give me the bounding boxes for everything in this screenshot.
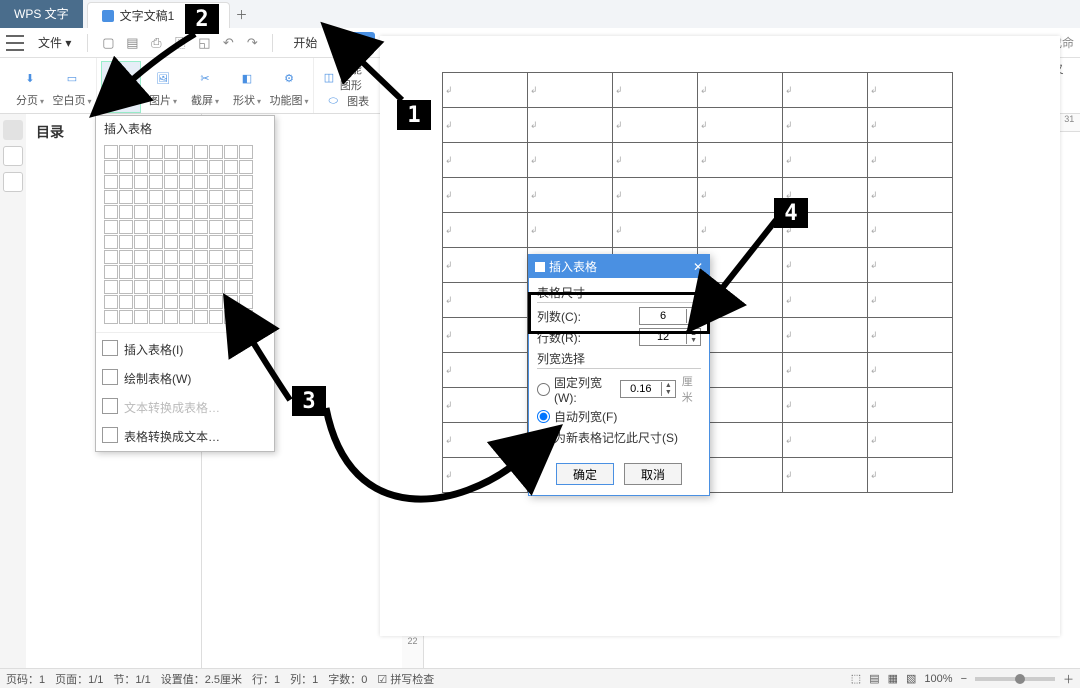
view-icon-1[interactable]: ⬚ <box>851 672 861 685</box>
btn-screenshot[interactable]: ✂截屏 <box>185 61 225 113</box>
qat-redo-icon[interactable]: ↷ <box>242 33 262 53</box>
left-toolbar <box>0 114 26 668</box>
remember-checkbox[interactable]: 为新表格记忆此尺寸(S) <box>537 429 701 446</box>
rows-label: 行数(R): <box>537 329 597 346</box>
dd-table-to-text[interactable]: 表格转换成文本… <box>96 422 274 451</box>
tab-add-button[interactable]: ＋ <box>230 2 254 28</box>
lt-outline-icon[interactable] <box>3 120 23 140</box>
qat-open-icon[interactable]: ▤ <box>122 33 142 53</box>
step-3: 3 <box>292 386 326 416</box>
status-pagecode[interactable]: 页码：1 <box>6 671 45 687</box>
cancel-button[interactable]: 取消 <box>624 463 682 485</box>
step-2: 2 <box>185 4 219 34</box>
qat-preview-icon[interactable]: ◱ <box>194 33 214 53</box>
zoom-slider[interactable] <box>975 677 1055 681</box>
tab-start[interactable]: 开始 <box>283 34 327 51</box>
status-chars[interactable]: 字数：0 <box>328 671 367 687</box>
tab-insert[interactable]: 插入 <box>331 32 375 53</box>
dialog-title-text: 插入表格 <box>549 258 597 275</box>
btn-smartart[interactable]: ◫智能图形 <box>318 65 374 89</box>
title-bar: WPS 文字 文字文稿1 • ＋ <box>0 0 1080 28</box>
qat-new-icon[interactable]: ▢ <box>98 33 118 53</box>
rows-input[interactable] <box>640 331 686 343</box>
cols-label: 列数(C): <box>537 308 597 325</box>
table-grid-picker[interactable] <box>104 145 266 324</box>
doc-tab-label: 文字文稿1 <box>120 3 175 29</box>
status-col[interactable]: 列：1 <box>290 671 318 687</box>
step-1: 1 <box>397 100 431 130</box>
status-bar: 页码：1 页面：1/1 节：1/1 设置值：2.5厘米 行：1 列：1 字数：0… <box>0 668 1080 688</box>
rows-spinner[interactable]: ▲▼ <box>639 328 701 346</box>
lt-star-icon[interactable] <box>3 172 23 192</box>
status-spell[interactable]: 拼写检查 <box>390 674 434 686</box>
insert-table-dialog: 插入表格 ✕ 表格尺寸 列数(C): ▲▼ 行数(R): ▲▼ 列宽选择 固定列… <box>528 254 710 496</box>
dd-insert-table[interactable]: 插入表格(I) <box>96 335 274 364</box>
doc-icon <box>102 10 114 22</box>
status-page-of[interactable]: 页面：1/1 <box>55 671 103 687</box>
dialog-titlebar[interactable]: 插入表格 ✕ <box>529 255 709 278</box>
width-group-label: 列宽选择 <box>537 350 701 369</box>
auto-width-radio[interactable]: 自动列宽(F) <box>537 408 701 425</box>
dd-draw-table[interactable]: 绘制表格(W) <box>96 364 274 393</box>
page-canvas[interactable]: ↲↲↲↲↲↲↲↲↲↲↲↲↲↲↲↲↲↲↲↲↲↲↲↲↲↲↲↲↲↲↲↲↲↲↲↲↲↲↲↲… <box>380 36 1060 636</box>
fixed-width-spinner[interactable]: ▲▼ <box>620 380 676 398</box>
btn-picture[interactable]: 🖼图片 <box>143 61 183 113</box>
step-4: 4 <box>774 198 808 228</box>
status-row[interactable]: 行：1 <box>252 671 280 687</box>
dropdown-title: 插入表格 <box>96 116 274 141</box>
view-icon-2[interactable]: ▤ <box>869 672 879 685</box>
dd-text-to-table: 文本转换成表格… <box>96 393 274 422</box>
btn-chart[interactable]: ⬭图表 <box>318 89 374 113</box>
btn-table[interactable]: ▦表格 <box>101 61 141 113</box>
zoom-in[interactable]: ＋ <box>1063 671 1074 687</box>
btn-page-break[interactable]: ⬇分页 <box>10 61 50 113</box>
hamburger-icon[interactable] <box>6 35 24 51</box>
dialog-close-icon[interactable]: ✕ <box>693 260 703 274</box>
qat-save-icon[interactable]: ⎙ <box>146 33 166 53</box>
btn-blank-page[interactable]: ▭空白页 <box>52 61 92 113</box>
zoom-out[interactable]: − <box>961 673 967 685</box>
qat-undo-icon[interactable]: ↶ <box>218 33 238 53</box>
file-menu[interactable]: 文件 ▾ <box>32 34 77 51</box>
fixed-width-radio[interactable]: 固定列宽(W): ▲▼ 厘米 <box>537 373 701 405</box>
view-icon-3[interactable]: ▦ <box>888 672 898 685</box>
status-section[interactable]: 节：1/1 <box>113 671 150 687</box>
cols-spinner[interactable]: ▲▼ <box>639 307 701 325</box>
table-dropdown: 插入表格 插入表格(I) 绘制表格(W) 文本转换成表格… 表格转换成文本… <box>95 115 275 452</box>
size-group-label: 表格尺寸 <box>537 284 701 303</box>
app-name: WPS 文字 <box>0 0 83 28</box>
view-icon-4[interactable]: ▧ <box>906 672 916 685</box>
zoom-label[interactable]: 100% <box>924 673 952 685</box>
btn-shapes[interactable]: ◧形状 <box>227 61 267 113</box>
qat-print-icon[interactable]: ⎘ <box>170 33 190 53</box>
ok-button[interactable]: 确定 <box>556 463 614 485</box>
status-setvalue[interactable]: 设置值：2.5厘米 <box>161 671 242 687</box>
btn-function[interactable]: ⚙功能图 <box>269 61 309 113</box>
cols-input[interactable] <box>640 310 686 322</box>
lt-page-icon[interactable] <box>3 146 23 166</box>
